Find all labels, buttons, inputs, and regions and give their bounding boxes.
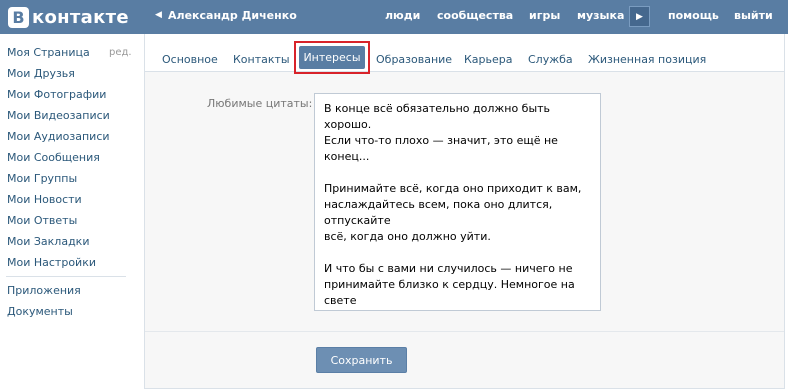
- sidebar-item-documents[interactable]: Документы: [7, 305, 73, 318]
- favorite-quotes-label: Любимые цитаты:: [207, 97, 313, 110]
- top-header: В контакте ◀ Александр Диченко люди сооб…: [0, 0, 788, 34]
- main-panel: Основное Контакты Интересы Образование К…: [144, 34, 785, 389]
- nav-games-link[interactable]: игры: [529, 9, 560, 22]
- vk-logo[interactable]: В контакте: [8, 6, 129, 28]
- sidebar-divider: [6, 276, 126, 277]
- tabs-bar: Основное Контакты Интересы Образование К…: [145, 34, 784, 74]
- sidebar-item-audio[interactable]: Мои Аудиозаписи: [7, 130, 110, 143]
- vk-logo-icon: В: [8, 6, 29, 28]
- nav-people-link[interactable]: люди: [385, 9, 420, 22]
- back-arrow-icon[interactable]: ◀: [155, 10, 162, 20]
- sidebar-item-bookmarks[interactable]: Мои Закладки: [7, 235, 89, 248]
- tab-education[interactable]: Образование: [376, 53, 452, 66]
- favorite-quotes-textarea[interactable]: В конце всё обязательно должно быть хоро…: [314, 93, 601, 311]
- sidebar-item-my-page[interactable]: Моя Страница: [7, 46, 90, 59]
- tab-service[interactable]: Служба: [528, 53, 573, 66]
- nav-music-link[interactable]: музыка: [577, 9, 624, 22]
- sidebar-edit-link[interactable]: ред.: [109, 47, 132, 58]
- nav-exit-link[interactable]: выйти: [734, 9, 773, 22]
- tab-interests[interactable]: Интересы: [299, 46, 365, 69]
- nav-communities-link[interactable]: сообщества: [437, 9, 513, 22]
- sidebar-item-videos[interactable]: Мои Видеозаписи: [7, 109, 110, 122]
- sidebar-item-news[interactable]: Мои Новости: [7, 193, 82, 206]
- sidebar-item-settings[interactable]: Мои Настройки: [7, 256, 96, 269]
- sidebar-item-answers[interactable]: Мои Ответы: [7, 214, 77, 227]
- play-icon[interactable]: ▶: [629, 6, 650, 27]
- save-button[interactable]: Сохранить: [316, 347, 407, 373]
- vk-logo-text: контакте: [32, 6, 129, 28]
- nav-help-link[interactable]: помощь: [668, 9, 719, 22]
- tab-life-position[interactable]: Жизненная позиция: [588, 53, 706, 66]
- sidebar-item-messages[interactable]: Мои Сообщения: [7, 151, 100, 164]
- sidebar-item-apps[interactable]: Приложения: [7, 284, 81, 297]
- sidebar-item-groups[interactable]: Мои Группы: [7, 172, 77, 185]
- sidebar-item-photos[interactable]: Мои Фотографии: [7, 88, 106, 101]
- user-name-link[interactable]: Александр Диченко: [168, 9, 297, 22]
- sidebar-item-friends[interactable]: Мои Друзья: [7, 67, 75, 80]
- tab-career[interactable]: Карьера: [464, 53, 513, 66]
- form-divider: [145, 331, 784, 332]
- active-tab-highlight: Интересы: [294, 41, 370, 74]
- tab-contacts[interactable]: Контакты: [233, 53, 290, 66]
- tab-main[interactable]: Основное: [162, 53, 218, 66]
